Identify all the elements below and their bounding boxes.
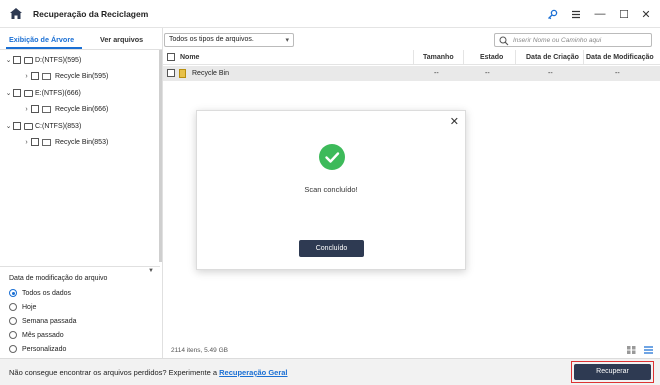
radio-label: Mês passado bbox=[22, 331, 64, 339]
dialog-message: Scan concluído! bbox=[304, 185, 358, 194]
grid-view-icon[interactable] bbox=[627, 346, 636, 354]
tree-item-label: Recycle Bin(853) bbox=[55, 138, 109, 146]
drive-tree: ⌄ D:(NTFS)(595) › Recycle Bin(595) ⌄ E:(… bbox=[0, 50, 160, 265]
radio-today[interactable]: Hoje bbox=[9, 303, 36, 311]
home-icon[interactable] bbox=[9, 7, 23, 20]
column-header-name[interactable]: Nome bbox=[180, 54, 199, 61]
radio-label: Todos os dados bbox=[22, 289, 72, 297]
row-created: -- bbox=[548, 70, 553, 77]
radio-button[interactable] bbox=[9, 331, 17, 339]
bottom-prompt-text: Não consegue encontrar os arquivos perdi… bbox=[9, 368, 218, 377]
drive-icon bbox=[24, 56, 33, 64]
tree-item-label: C:(NTFS)(853) bbox=[35, 122, 82, 130]
radio-button[interactable] bbox=[9, 303, 17, 311]
chevron-right-icon[interactable]: › bbox=[22, 73, 31, 80]
item-count: 2114 itens, 5.49 GB bbox=[171, 347, 228, 354]
scan-complete-dialog: ✕ Scan concluído! Concluído bbox=[196, 110, 466, 270]
column-header-state[interactable]: Estado bbox=[480, 54, 503, 61]
date-filter-title: Data de modificação do arquivo bbox=[9, 275, 108, 282]
radio-custom[interactable]: Personalizado bbox=[9, 345, 66, 353]
done-button[interactable]: Concluído bbox=[299, 240, 364, 257]
row-size: -- bbox=[434, 70, 439, 77]
list-view-icon[interactable] bbox=[644, 346, 653, 354]
column-divider bbox=[515, 50, 516, 65]
menu-icon[interactable] bbox=[568, 6, 584, 22]
key-icon[interactable] bbox=[544, 6, 560, 22]
radio-button[interactable] bbox=[9, 289, 17, 297]
tab-tree-view[interactable]: Exibição de Árvore bbox=[9, 35, 74, 44]
tree-item-drive-d[interactable]: ⌄ D:(NTFS)(595) bbox=[4, 53, 81, 67]
bottom-bar: Não consegue encontrar os arquivos perdi… bbox=[0, 358, 660, 385]
tree-item-label: Recycle Bin(666) bbox=[55, 105, 109, 113]
chevron-down-icon[interactable]: ⌄ bbox=[4, 56, 13, 64]
chevron-down-icon[interactable]: ⌄ bbox=[4, 89, 13, 97]
row-checkbox[interactable] bbox=[167, 69, 175, 77]
tree-checkbox[interactable] bbox=[31, 138, 39, 146]
tree-item-drive-c[interactable]: ⌄ C:(NTFS)(853) bbox=[4, 119, 81, 133]
chevron-right-icon[interactable]: › bbox=[22, 106, 31, 113]
tree-checkbox[interactable] bbox=[31, 72, 39, 80]
active-tab-indicator bbox=[6, 47, 82, 49]
window-title: Recuperação da Reciclagem bbox=[33, 9, 149, 19]
tree-item-recycle-bin-c[interactable]: › Recycle Bin(853) bbox=[22, 135, 108, 149]
file-type-select-value: Todos os tipos de arquivos. bbox=[169, 36, 254, 43]
file-type-select[interactable]: Todos os tipos de arquivos. ▾ bbox=[164, 33, 294, 47]
radio-last-month[interactable]: Mês passado bbox=[9, 331, 64, 339]
table-row[interactable]: Recycle Bin -- -- -- -- bbox=[163, 66, 660, 81]
select-all-checkbox[interactable] bbox=[167, 53, 175, 61]
success-check-icon bbox=[319, 144, 345, 170]
radio-label: Personalizado bbox=[22, 345, 67, 353]
drive-icon bbox=[24, 89, 33, 97]
chevron-right-icon[interactable]: › bbox=[22, 139, 31, 146]
tab-file-view[interactable]: Ver arquivos bbox=[100, 35, 143, 44]
radio-button[interactable] bbox=[9, 345, 17, 353]
file-list-header: Nome Tamanho Estado Data de Criação Data… bbox=[163, 50, 660, 65]
column-header-size[interactable]: Tamanho bbox=[423, 54, 454, 61]
chevron-down-icon[interactable]: ⌄ bbox=[4, 122, 13, 130]
recycle-bin-icon bbox=[179, 69, 186, 78]
bottom-prompt: Não consegue encontrar os arquivos perdi… bbox=[9, 368, 288, 377]
chevron-down-icon: ▾ bbox=[285, 37, 289, 44]
row-name: Recycle Bin bbox=[192, 70, 229, 77]
column-divider bbox=[583, 50, 584, 65]
file-list-footer: 2114 itens, 5.49 GB bbox=[163, 343, 660, 358]
row-state: -- bbox=[485, 70, 490, 77]
title-bar: Recuperação da Reciclagem — ☐ ✕ bbox=[0, 0, 660, 28]
minimize-button[interactable]: — bbox=[592, 6, 608, 22]
tree-item-label: D:(NTFS)(595) bbox=[35, 56, 82, 64]
tree-checkbox[interactable] bbox=[31, 105, 39, 113]
column-header-modified[interactable]: Data de Modificação bbox=[586, 54, 654, 61]
column-divider bbox=[463, 50, 464, 65]
tree-item-label: Recycle Bin(595) bbox=[55, 72, 109, 80]
tree-checkbox[interactable] bbox=[13, 89, 21, 97]
tree-checkbox[interactable] bbox=[13, 56, 21, 64]
search-input[interactable]: Inserir Nome ou Caminho aqui bbox=[494, 33, 652, 47]
tree-item-recycle-bin-e[interactable]: › Recycle Bin(666) bbox=[22, 102, 108, 116]
drive-icon bbox=[24, 122, 33, 130]
row-modified: -- bbox=[615, 70, 620, 77]
radio-label: Semana passada bbox=[22, 317, 77, 325]
radio-last-week[interactable]: Semana passada bbox=[9, 317, 76, 325]
tree-item-drive-e[interactable]: ⌄ E:(NTFS)(666) bbox=[4, 86, 81, 100]
tree-item-recycle-bin-d[interactable]: › Recycle Bin(595) bbox=[22, 69, 108, 83]
recover-button[interactable]: Recuperar bbox=[574, 364, 651, 380]
tree-item-label: E:(NTFS)(666) bbox=[35, 89, 81, 97]
general-recovery-link[interactable]: Recuperação Geral bbox=[219, 368, 287, 377]
search-icon bbox=[499, 36, 509, 46]
folder-icon bbox=[42, 72, 51, 80]
close-icon[interactable]: ✕ bbox=[450, 115, 459, 128]
folder-icon bbox=[42, 105, 51, 113]
search-placeholder: Inserir Nome ou Caminho aqui bbox=[513, 36, 602, 44]
radio-label: Hoje bbox=[22, 303, 37, 311]
folder-icon bbox=[42, 138, 51, 146]
maximize-button[interactable]: ☐ bbox=[616, 6, 632, 22]
column-divider bbox=[413, 50, 414, 65]
radio-button[interactable] bbox=[9, 317, 17, 325]
column-header-created[interactable]: Data de Criação bbox=[526, 54, 579, 61]
radio-all-dates[interactable]: Todos os dados bbox=[9, 289, 71, 297]
tree-checkbox[interactable] bbox=[13, 122, 21, 130]
view-tabs: Exibição de Árvore Ver arquivos bbox=[0, 28, 162, 50]
date-filter-panel: Data de modificação do arquivo Todos os … bbox=[0, 266, 160, 358]
close-button[interactable]: ✕ bbox=[638, 6, 654, 22]
